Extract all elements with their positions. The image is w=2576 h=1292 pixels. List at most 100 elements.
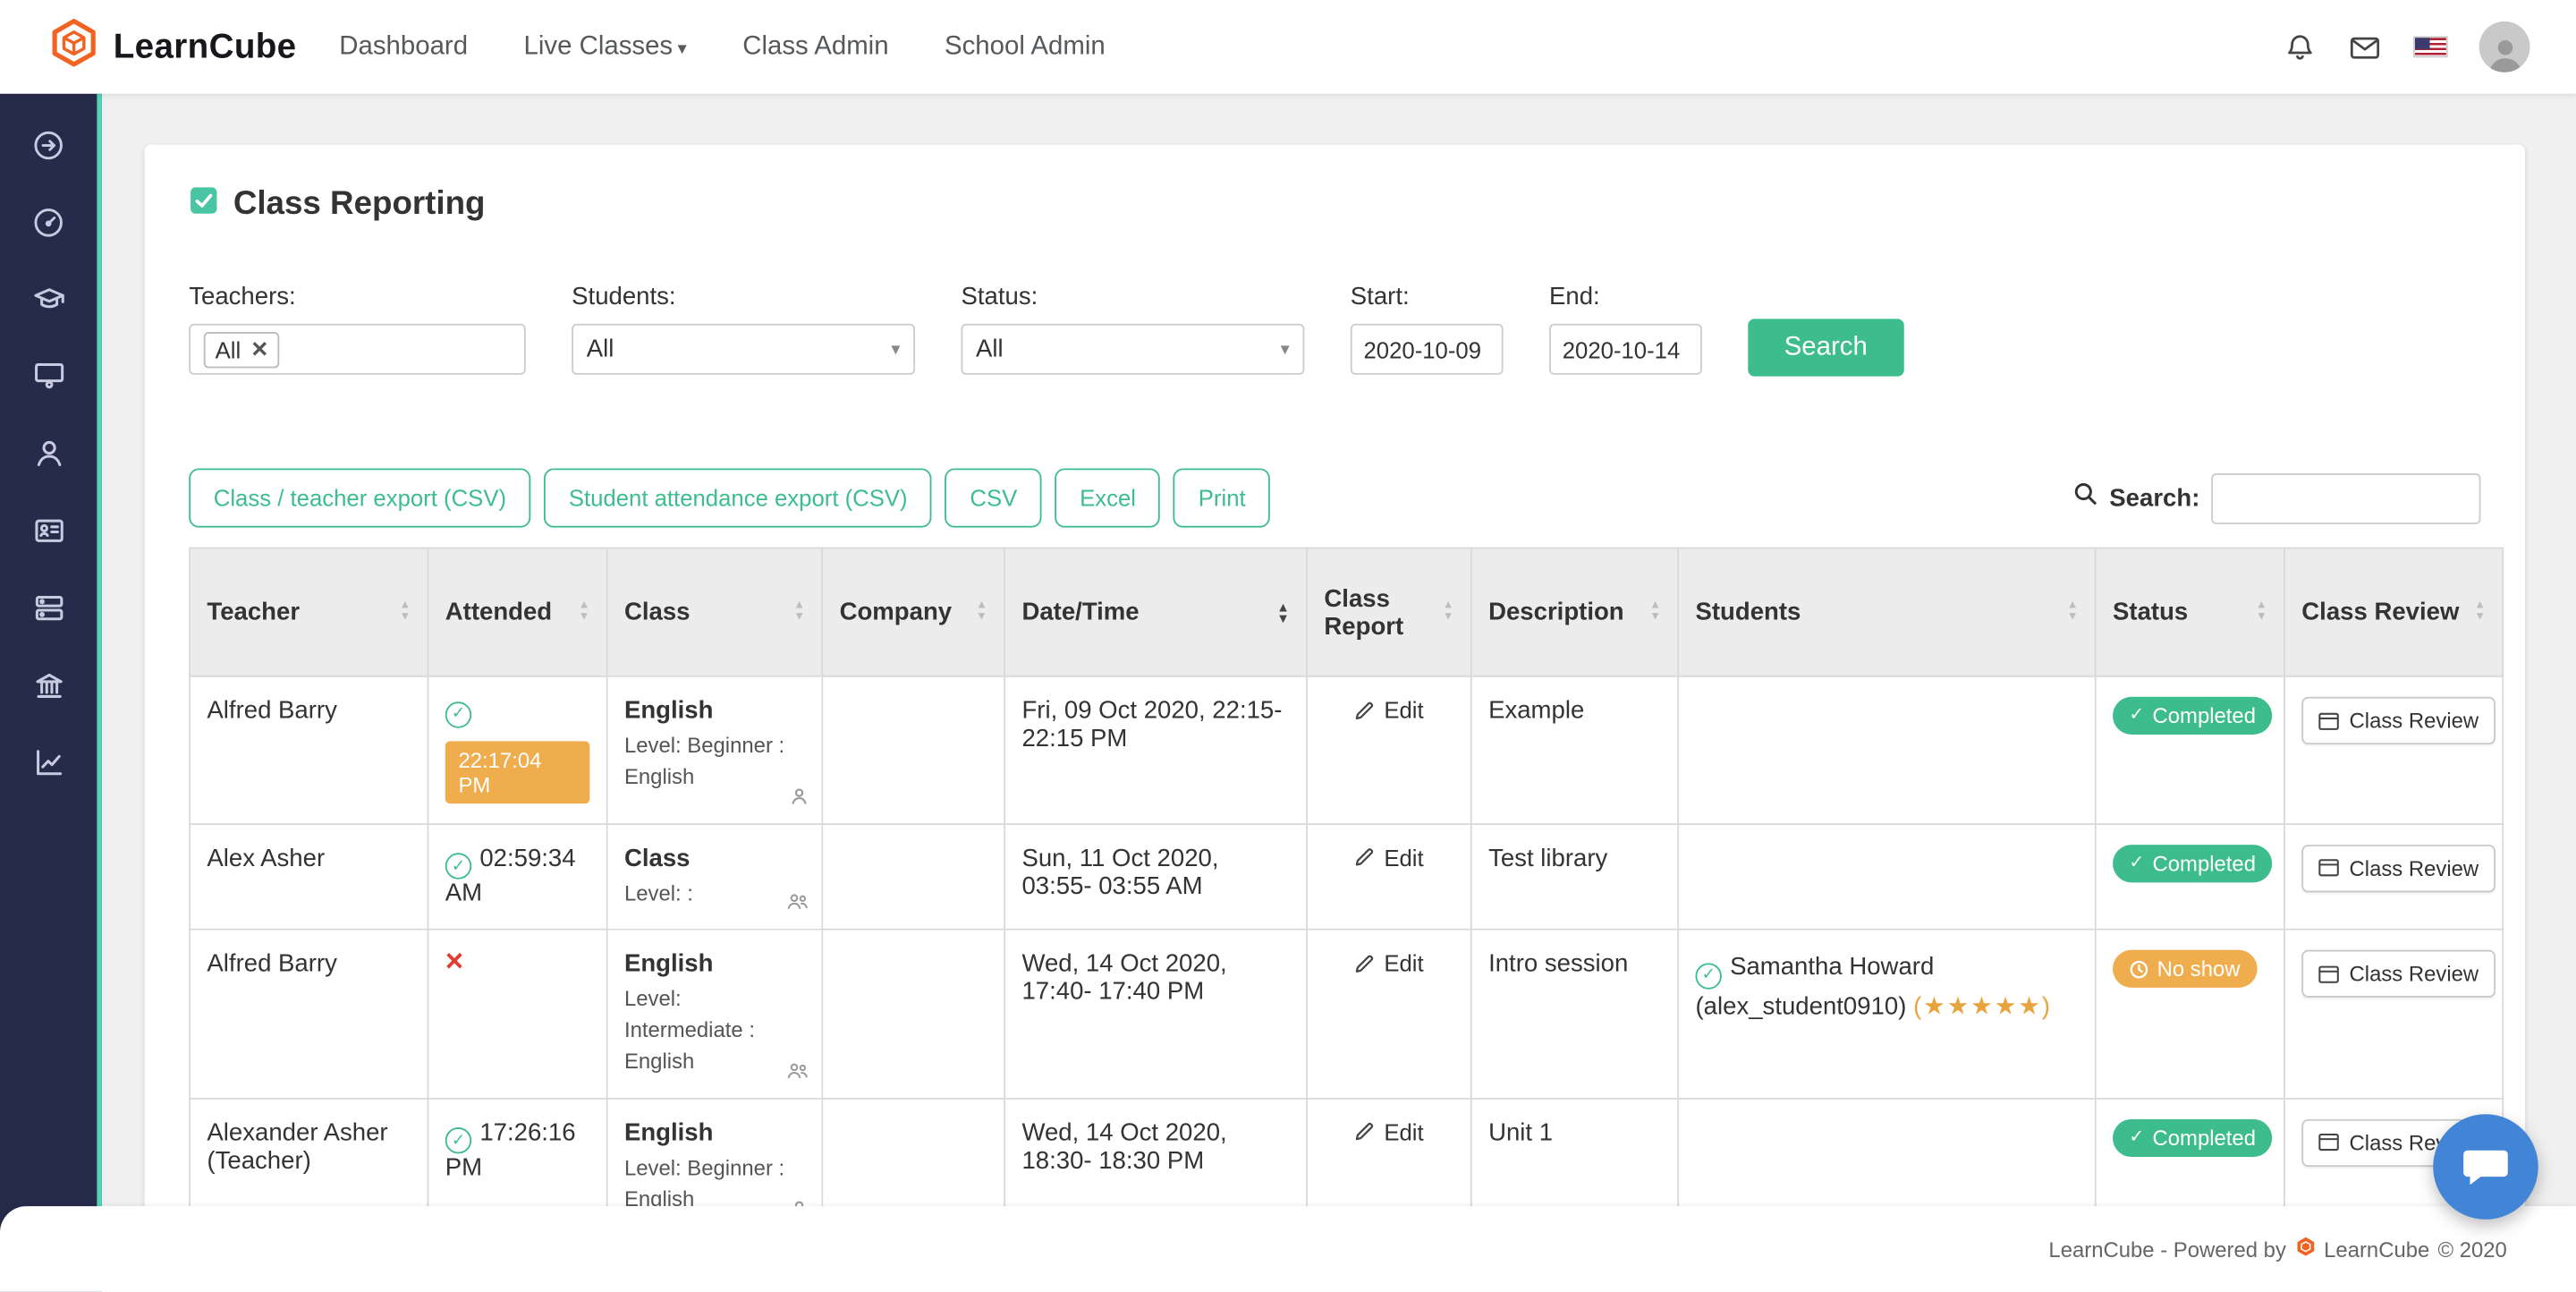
brand-logo[interactable]: LearnCube <box>49 18 296 75</box>
cell-company <box>821 822 1006 931</box>
excel-button[interactable]: Excel <box>1055 468 1161 528</box>
table-search-input[interactable] <box>2211 472 2481 523</box>
cell-attended: ✓ 02:59:34 AM <box>427 822 608 931</box>
status-label: Status: <box>961 282 1038 311</box>
sort-icon[interactable]: ▲ ▼ <box>1649 600 1661 623</box>
group-class-icon <box>785 891 810 919</box>
status-select[interactable]: All ▾ <box>961 323 1305 375</box>
messages-envelope-icon[interactable] <box>2348 30 2383 64</box>
edit-report-link[interactable]: Edit <box>1354 950 1424 977</box>
nav-school-admin[interactable]: School Admin <box>945 32 1106 62</box>
cell-attended: × <box>427 929 608 1100</box>
teachers-multiselect[interactable]: All ✕ <box>189 323 526 375</box>
server-rows-icon <box>30 590 66 634</box>
language-flag-us[interactable] <box>2413 36 2448 58</box>
person-icon <box>30 436 66 480</box>
sidebar-item-library[interactable] <box>0 650 97 727</box>
attended-check-icon: ✓ <box>445 1127 472 1155</box>
table-search-label: Search: <box>2109 483 2200 513</box>
sort-icon[interactable]: ▲ ▼ <box>1443 600 1454 623</box>
nav-dashboard[interactable]: Dashboard <box>339 32 468 62</box>
edit-report-link[interactable]: Edit <box>1354 697 1424 723</box>
table-row: Alfred Barry × English Level: Intermedia… <box>189 929 2504 1100</box>
sort-icon[interactable]: ▲ ▼ <box>2474 600 2486 623</box>
class-review-button[interactable]: Class Review <box>2301 696 2496 745</box>
cell-status: ✓ Completed <box>2094 675 2285 825</box>
filter-teachers: Teachers: All ✕ <box>189 283 526 375</box>
nav-class-admin[interactable]: Class Admin <box>742 32 888 62</box>
col-students[interactable]: Students ▲ ▼ <box>1677 547 2097 677</box>
notifications-bell-icon[interactable] <box>2284 30 2317 64</box>
review-card-icon <box>2318 1134 2339 1152</box>
cell-datetime: Fri, 09 Oct 2020, 22:15- 22:15 PM <box>1004 675 1309 825</box>
class-review-button[interactable]: Class Review <box>2301 950 2496 999</box>
sort-icon[interactable]: ▲ ▼ <box>793 600 805 623</box>
col-teacher[interactable]: Teacher ▲ ▼ <box>189 547 429 677</box>
sidebar-item-reporting[interactable] <box>0 728 97 805</box>
filters-row: Teachers: All ✕ Students: All ▾ Status: … <box>189 283 2480 377</box>
sidebar-item-classes[interactable] <box>0 342 97 419</box>
cell-company <box>821 929 1006 1100</box>
sort-icon[interactable]: ▲ ▼ <box>2256 600 2267 623</box>
sidebar-item-students[interactable] <box>0 419 97 496</box>
col-status[interactable]: Status ▲ ▼ <box>2094 547 2285 677</box>
csv-button[interactable]: CSV <box>945 468 1042 528</box>
table-row: Alex Asher ✓02:59:34 AM Class Level: : <box>189 822 2504 931</box>
chat-launcher[interactable] <box>2433 1114 2538 1220</box>
teachers-chip-label: All <box>215 336 242 362</box>
sidebar-item-dashboard[interactable] <box>0 187 97 264</box>
footer-text: LearnCube - Powered by LearnCube © 2020 <box>2048 1237 2507 1262</box>
class-report-table: Teacher ▲ ▼ Attended ▲ ▼ Class ▲ ▼ Company ▲ ▼ D… <box>189 547 2504 1237</box>
edit-report-link[interactable]: Edit <box>1354 844 1424 871</box>
print-button[interactable]: Print <box>1174 468 1271 528</box>
start-date-input[interactable] <box>1350 323 1504 375</box>
page-title-row: Class Reporting <box>189 186 2480 224</box>
sort-icon[interactable]: ▲ ▼ <box>2067 600 2079 623</box>
chat-bubble-icon <box>2463 1150 2508 1186</box>
cell-status: ✓ Completed <box>2094 822 2285 931</box>
id-card-icon <box>30 513 66 557</box>
sidebar-item-enter-class[interactable] <box>0 110 97 187</box>
cell-class-report: Edit <box>1306 822 1472 931</box>
class-review-button[interactable]: Class Review <box>2301 844 2496 892</box>
col-class-review[interactable]: Class Review ▲ ▼ <box>2284 547 2504 677</box>
teachers-chip: All ✕ <box>203 331 281 368</box>
chip-close-icon[interactable]: ✕ <box>250 336 268 362</box>
end-date-input[interactable] <box>1549 323 1702 375</box>
check-icon: ✓ <box>2129 704 2145 725</box>
students-select[interactable]: All ▾ <box>572 323 916 375</box>
col-class-report[interactable]: Class Report ▲ ▼ <box>1306 547 1472 677</box>
filter-students: Students: All ▾ <box>572 283 916 375</box>
class-reporting-card: Class Reporting Teachers: All ✕ Students… <box>144 144 2526 1270</box>
sort-icon-active[interactable]: ▲ ▼ <box>1276 599 1290 625</box>
export-class-teacher-button[interactable]: Class / teacher export (CSV) <box>189 468 531 528</box>
sidebar-item-schedule[interactable] <box>0 574 97 650</box>
col-datetime[interactable]: Date/Time ▲ ▼ <box>1004 547 1309 677</box>
status-select-value: All <box>976 335 1004 363</box>
col-attended[interactable]: Attended ▲ ▼ <box>427 547 608 677</box>
cell-students <box>1677 675 2097 825</box>
cell-students: ✓ Samantha Howard (alex_student0910) (★★★… <box>1677 929 2097 1100</box>
sort-icon[interactable]: ▲ ▼ <box>399 600 411 623</box>
user-avatar[interactable] <box>2479 21 2530 72</box>
export-attendance-button[interactable]: Student attendance export (CSV) <box>544 468 933 528</box>
cell-status: No show <box>2094 929 2285 1100</box>
sort-icon[interactable]: ▲ ▼ <box>579 600 590 623</box>
sort-icon[interactable]: ▲ ▼ <box>976 600 987 623</box>
review-card-icon <box>2318 711 2339 729</box>
chevron-down-icon: ▾ <box>1280 340 1290 361</box>
edit-report-link[interactable]: Edit <box>1354 1119 1424 1145</box>
sidebar-item-teachers[interactable] <box>0 265 97 342</box>
clipboard-check-icon <box>189 186 218 224</box>
pencil-icon <box>1356 955 1374 973</box>
col-company[interactable]: Company ▲ ▼ <box>821 547 1006 677</box>
teachers-label: Teachers: <box>189 282 296 311</box>
pencil-icon <box>1356 701 1374 719</box>
check-icon: ✓ <box>2129 852 2145 872</box>
search-button[interactable]: Search <box>1748 319 1904 377</box>
export-toolbar: Class / teacher export (CSV) Student att… <box>189 468 2481 528</box>
col-class[interactable]: Class ▲ ▼ <box>606 547 824 677</box>
col-description[interactable]: Description ▲ ▼ <box>1470 547 1680 677</box>
nav-live-classes[interactable]: Live Classes ▾ <box>524 32 687 62</box>
sidebar-item-accounts[interactable] <box>0 497 97 574</box>
